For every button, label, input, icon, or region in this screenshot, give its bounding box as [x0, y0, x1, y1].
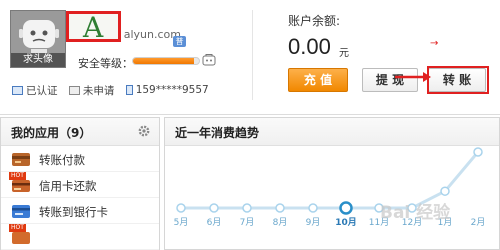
spending-trend-header: 近一年消费趋势 [165, 118, 499, 146]
security-level-fill [133, 58, 194, 64]
hot-badge: HOT [9, 224, 26, 232]
spending-trend-title: 近一年消费趋势 [175, 126, 260, 140]
x-tick-label: 2月 [470, 218, 486, 228]
verify-item-label: 已认证 [26, 85, 58, 97]
highlight-letter: A [83, 11, 104, 44]
verify-item-phone[interactable]: 159*****9557 [125, 84, 209, 96]
balance-marker: → [430, 38, 439, 49]
x-tick-label: 6月 [206, 218, 222, 228]
my-apps-title: 我的应用（9） [11, 126, 92, 140]
recharge-button[interactable]: 充 值 [288, 68, 348, 92]
data-point[interactable] [440, 186, 450, 196]
phone-icon [125, 85, 133, 95]
balance-value: 0.00 [288, 34, 331, 59]
avatar-label[interactable]: 求头像 [11, 53, 65, 67]
x-tick-label: 9月 [305, 218, 321, 228]
bank-card-icon [12, 205, 30, 218]
security-level-bar [132, 57, 200, 65]
top-divider [0, 114, 500, 115]
avatar[interactable]: 求头像 [10, 10, 66, 68]
annotation-transfer-outline [427, 66, 489, 94]
annotation-highlight-box: A [66, 11, 121, 44]
security-shield-icon[interactable] [202, 52, 216, 66]
app-item-more[interactable]: HOT [1, 224, 159, 250]
x-tick-label: 8月 [272, 218, 288, 228]
verify-item-label: 159*****9557 [135, 84, 209, 96]
app-item-label: 转账付款 [39, 153, 85, 167]
data-point[interactable] [176, 203, 186, 213]
x-tick-label: 10月 [335, 218, 357, 228]
data-point[interactable] [473, 147, 483, 157]
watermark: Bai 经验 [380, 203, 451, 223]
gear-icon[interactable] [137, 124, 151, 138]
x-tick-label: 7月 [239, 218, 255, 228]
verify-item-label: 未申请 [82, 85, 115, 97]
verify-item-realname[interactable]: 已认证 [12, 83, 58, 98]
security-level-label: 安全等级： [78, 57, 133, 70]
x-tick-label: 5月 [173, 218, 189, 228]
data-point[interactable] [308, 203, 318, 213]
balance-label: 账户余额: [288, 14, 341, 28]
app-item-credit-card[interactable]: HOT 信用卡还款 [1, 172, 159, 198]
balance-unit: 元 [339, 48, 349, 59]
my-apps-panel: 我的应用（9） 转账付款 HOT 信用卡还款 转账到银行卡 HOT [0, 117, 160, 250]
data-point[interactable] [209, 203, 219, 213]
app-item-transfer[interactable]: 转账付款 [1, 146, 159, 172]
verification-row: 已认证 未申请 159*****9557 [12, 83, 217, 98]
certificate-icon [68, 86, 80, 95]
id-card-icon [12, 86, 23, 95]
app-item-label: 转账到银行卡 [39, 205, 108, 219]
annotation-arrow-icon [395, 72, 431, 82]
data-point[interactable] [242, 203, 252, 213]
transfer-payment-icon [12, 153, 30, 166]
spending-trend-panel: 近一年消费趋势 [164, 117, 500, 250]
verify-item-certificate[interactable]: 未申请 [68, 83, 115, 98]
my-apps-header: 我的应用（9） [1, 118, 159, 146]
data-point[interactable] [339, 201, 353, 215]
section-divider [252, 10, 253, 100]
hot-badge: HOT [9, 172, 26, 180]
data-point[interactable] [275, 203, 285, 213]
account-summary: 求头像 a alyun.com A 普 安全等级： 已认证 未申请 159***… [0, 0, 500, 118]
app-item-label: 信用卡还款 [39, 179, 97, 193]
app-item-bank-card[interactable]: 转账到银行卡 [1, 198, 159, 224]
member-badge[interactable]: 普 [173, 36, 186, 47]
